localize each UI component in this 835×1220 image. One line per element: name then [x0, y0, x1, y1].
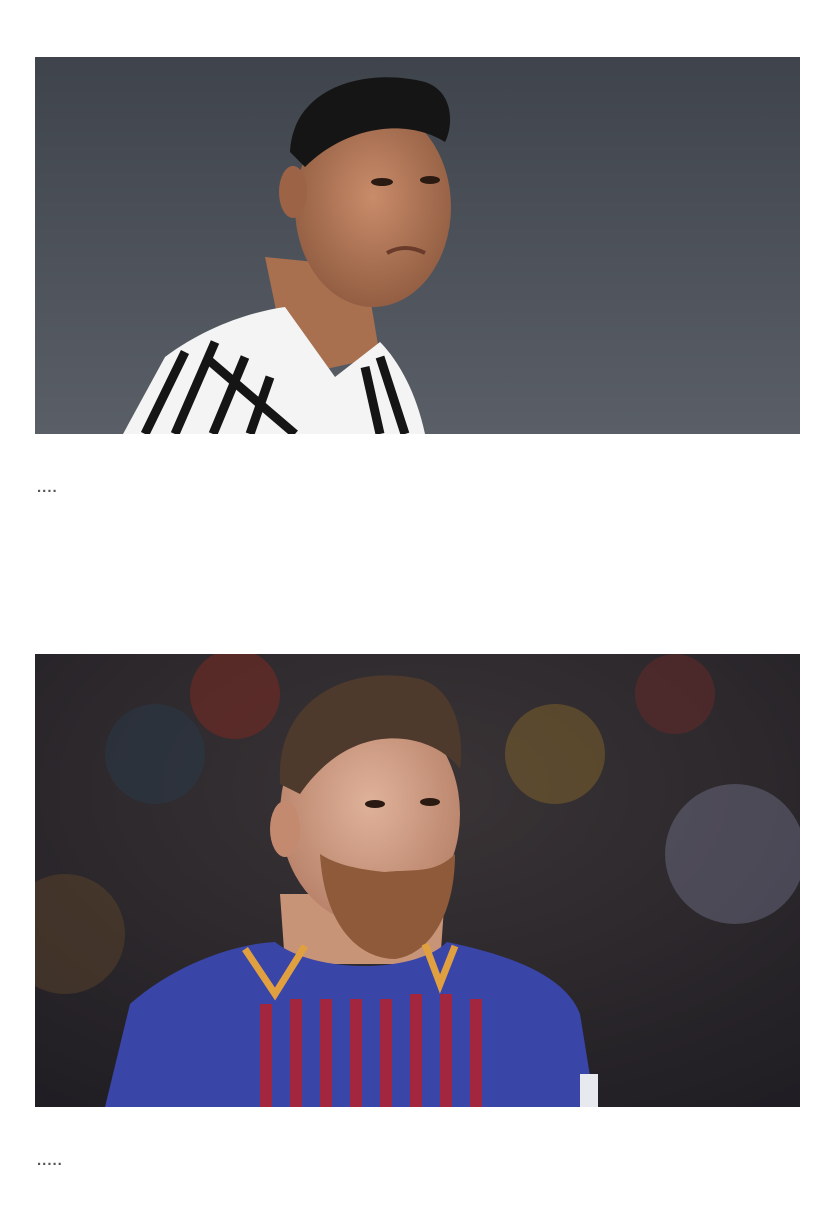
player-photo-striped-jersey	[35, 57, 800, 434]
post-caption: .....	[37, 1152, 63, 1169]
post-caption: ....	[37, 479, 58, 496]
post-image-1[interactable]	[35, 57, 800, 434]
player-photo-blue-red-jersey	[35, 654, 800, 1107]
post-image-2[interactable]	[35, 654, 800, 1107]
